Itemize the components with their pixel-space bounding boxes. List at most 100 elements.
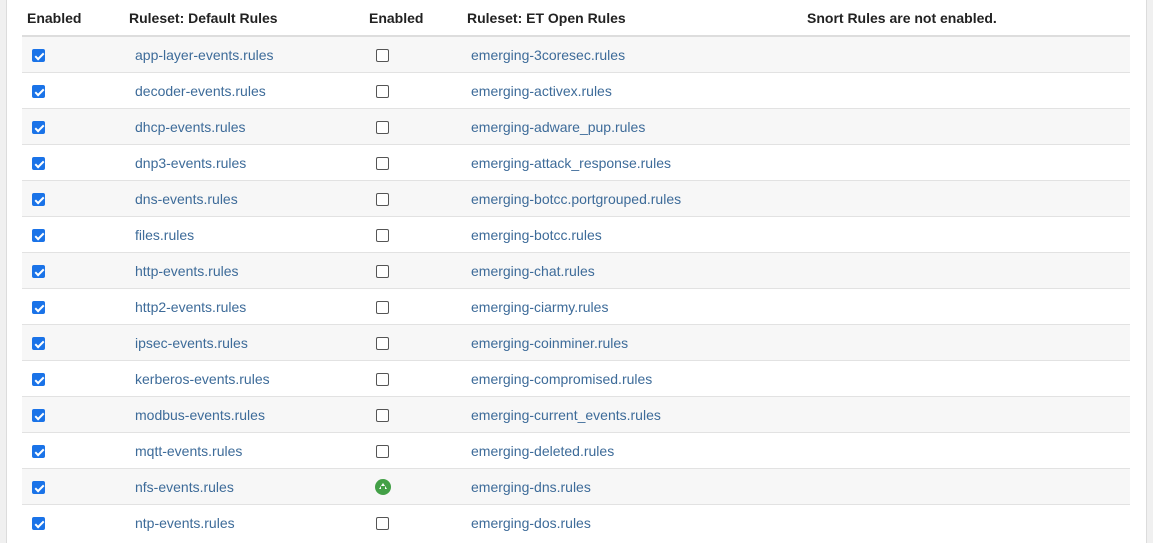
et-enabled-cell <box>369 288 467 325</box>
default-rule-checkbox[interactable] <box>32 157 45 171</box>
snort-rule-cell <box>807 35 1130 73</box>
et-rule-link[interactable]: emerging-botcc.rules <box>471 227 602 243</box>
default-rule-checkbox[interactable] <box>32 409 45 423</box>
et-enabled-cell <box>369 35 467 73</box>
et-rule-checkbox[interactable] <box>376 445 389 459</box>
snort-rule-cell <box>807 360 1130 397</box>
et-rule-checkbox[interactable] <box>376 337 389 351</box>
default-rule-checkbox[interactable] <box>32 373 45 387</box>
et-rule-cell: emerging-adware_pup.rules <box>467 108 807 145</box>
default-enabled-cell <box>22 72 129 109</box>
et-enabled-cell <box>369 144 467 181</box>
et-rule-checkbox[interactable] <box>376 85 389 99</box>
default-rule-cell: kerberos-events.rules <box>129 360 369 397</box>
snort-rule-cell <box>807 468 1130 505</box>
snort-rule-cell <box>807 72 1130 109</box>
snort-rule-cell <box>807 504 1130 540</box>
et-enabled-cell <box>369 180 467 217</box>
default-rule-link[interactable]: files.rules <box>135 227 194 243</box>
default-rule-cell: app-layer-events.rules <box>129 35 369 73</box>
et-enabled-cell <box>369 108 467 145</box>
et-rule-link[interactable]: emerging-current_events.rules <box>471 407 661 423</box>
et-rule-checkbox[interactable] <box>376 517 389 531</box>
header-snort-status: Snort Rules are not enabled. <box>807 0 1130 37</box>
snort-rule-cell <box>807 252 1130 289</box>
et-rule-checkbox[interactable] <box>376 193 389 207</box>
default-rule-checkbox[interactable] <box>32 121 45 135</box>
et-rule-cell: emerging-compromised.rules <box>467 360 807 397</box>
et-rule-checkbox[interactable] <box>376 409 389 423</box>
et-rule-cell: emerging-ciarmy.rules <box>467 288 807 325</box>
default-rule-link[interactable]: modbus-events.rules <box>135 407 265 423</box>
rules-panel: Enabled Ruleset: Default Rules Enabled R… <box>6 0 1147 543</box>
default-rule-link[interactable]: decoder-events.rules <box>135 83 266 99</box>
default-rule-cell: modbus-events.rules <box>129 396 369 433</box>
table-row: ipsec-events.rules emerging-coinminer.rul… <box>22 324 1130 361</box>
scroll-to-top-icon[interactable] <box>375 479 391 496</box>
snort-rule-cell <box>807 216 1130 253</box>
table-row: dnp3-events.rules emerging-attack_respons… <box>22 144 1130 181</box>
default-rule-cell: dns-events.rules <box>129 180 369 217</box>
default-enabled-cell <box>22 252 129 289</box>
default-rule-link[interactable]: dhcp-events.rules <box>135 119 246 135</box>
header-ruleset-et: Ruleset: ET Open Rules <box>467 0 807 37</box>
default-enabled-cell <box>22 468 129 505</box>
snort-rule-cell <box>807 108 1130 145</box>
snort-rule-cell <box>807 180 1130 217</box>
default-rule-link[interactable]: ntp-events.rules <box>135 515 235 531</box>
et-rule-checkbox[interactable] <box>376 157 389 171</box>
header-ruleset-default: Ruleset: Default Rules <box>129 0 369 37</box>
et-enabled-cell <box>369 432 467 469</box>
et-rule-checkbox[interactable] <box>376 373 389 387</box>
default-rule-checkbox[interactable] <box>32 481 45 495</box>
et-rule-cell: emerging-attack_response.rules <box>467 144 807 181</box>
default-rule-cell: mqtt-events.rules <box>129 432 369 469</box>
default-rule-checkbox[interactable] <box>32 85 45 99</box>
et-enabled-cell <box>369 468 467 505</box>
et-rule-link[interactable]: emerging-botcc.portgrouped.rules <box>471 191 681 207</box>
default-rule-link[interactable]: kerberos-events.rules <box>135 371 270 387</box>
default-rule-link[interactable]: nfs-events.rules <box>135 479 234 495</box>
et-rule-link[interactable]: emerging-dos.rules <box>471 515 591 531</box>
default-rule-checkbox[interactable] <box>32 301 45 315</box>
default-rule-link[interactable]: http2-events.rules <box>135 299 246 315</box>
default-rule-link[interactable]: app-layer-events.rules <box>135 47 274 63</box>
table-row: dns-events.rules emerging-botcc.portgroup… <box>22 180 1130 217</box>
table-row: http2-events.rules emerging-ciarmy.rules <box>22 288 1130 325</box>
default-rule-cell: dnp3-events.rules <box>129 144 369 181</box>
default-enabled-cell <box>22 144 129 181</box>
et-rule-checkbox[interactable] <box>376 121 389 135</box>
table-row: dhcp-events.rules emerging-adware_pup.rul… <box>22 108 1130 145</box>
default-rule-link[interactable]: mqtt-events.rules <box>135 443 242 459</box>
table-row: decoder-events.rules emerging-activex.rul… <box>22 72 1130 109</box>
et-rule-checkbox[interactable] <box>376 301 389 315</box>
default-rule-checkbox[interactable] <box>32 265 45 279</box>
default-rule-link[interactable]: ipsec-events.rules <box>135 335 248 351</box>
default-rule-checkbox[interactable] <box>32 445 45 459</box>
default-rule-checkbox[interactable] <box>32 517 45 531</box>
et-rule-link[interactable]: emerging-chat.rules <box>471 263 595 279</box>
et-rule-link[interactable]: emerging-adware_pup.rules <box>471 119 645 135</box>
et-rule-link[interactable]: emerging-dns.rules <box>471 479 591 495</box>
et-rule-link[interactable]: emerging-coinminer.rules <box>471 335 628 351</box>
et-rule-link[interactable]: emerging-deleted.rules <box>471 443 614 459</box>
et-rule-checkbox[interactable] <box>376 229 389 243</box>
default-rule-checkbox[interactable] <box>32 49 45 63</box>
default-rule-link[interactable]: dns-events.rules <box>135 191 238 207</box>
et-rule-link[interactable]: emerging-attack_response.rules <box>471 155 671 171</box>
et-rule-link[interactable]: emerging-compromised.rules <box>471 371 652 387</box>
table-row: http-events.rules emerging-chat.rules <box>22 252 1130 289</box>
et-rule-link[interactable]: emerging-activex.rules <box>471 83 612 99</box>
et-rule-cell: emerging-chat.rules <box>467 252 807 289</box>
default-rule-cell: nfs-events.rules <box>129 468 369 505</box>
et-rule-checkbox[interactable] <box>376 265 389 279</box>
header-enabled-default: Enabled <box>22 0 129 37</box>
default-rule-link[interactable]: dnp3-events.rules <box>135 155 246 171</box>
et-rule-link[interactable]: emerging-ciarmy.rules <box>471 299 608 315</box>
et-rule-link[interactable]: emerging-3coresec.rules <box>471 47 625 63</box>
default-rule-checkbox[interactable] <box>32 337 45 351</box>
default-rule-checkbox[interactable] <box>32 229 45 243</box>
et-rule-checkbox[interactable] <box>376 49 389 63</box>
default-rule-link[interactable]: http-events.rules <box>135 263 239 279</box>
default-rule-checkbox[interactable] <box>32 193 45 207</box>
